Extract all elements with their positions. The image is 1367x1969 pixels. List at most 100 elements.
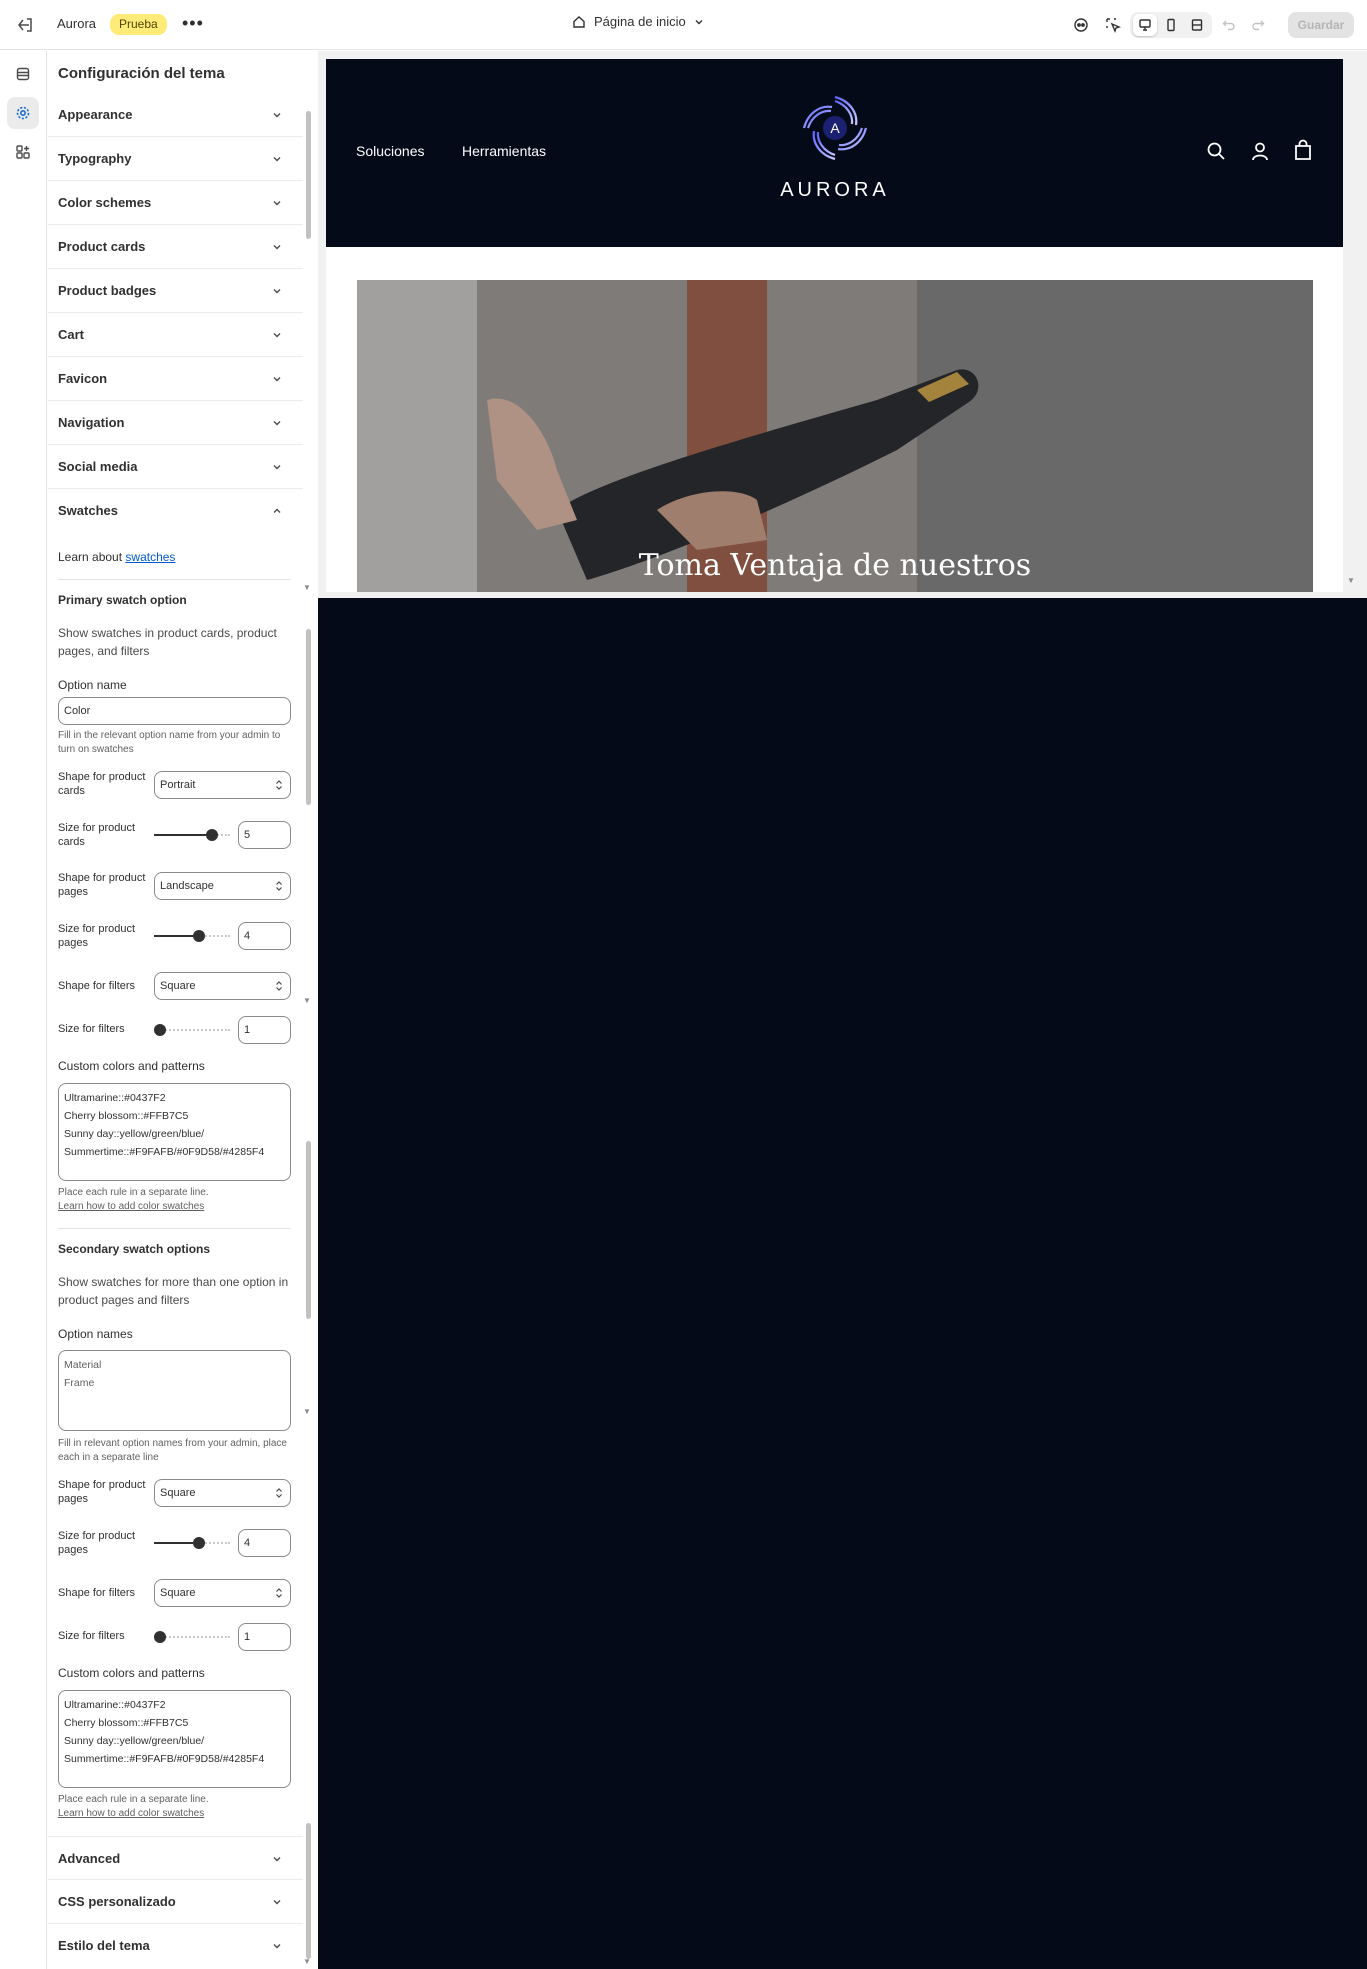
theme-settings-icon[interactable] <box>7 97 39 129</box>
shape-filters-select[interactable]: Square <box>154 972 291 1000</box>
scroll-down-arrow-icon[interactable]: ▼ <box>303 1407 311 1416</box>
apps-icon[interactable] <box>7 136 39 168</box>
shape-filters-value: Square <box>160 980 196 992</box>
preview-scroll-down-arrow-icon[interactable]: ▼ <box>1347 576 1355 585</box>
theme-settings-panel: Configuración del tema Appearance Typogr… <box>48 51 318 1969</box>
preview-frame: Soluciones Herramientas A AURORA Toma Ve… <box>326 59 1343 592</box>
section-label: Favicon <box>58 371 108 386</box>
select-arrows-icon <box>276 1488 282 1498</box>
secondary-size-filters-label: Size for filters <box>58 1630 125 1642</box>
scrollbar-thumb[interactable] <box>306 1141 311 1319</box>
nav-link-soluciones[interactable]: Soluciones <box>356 143 425 159</box>
shape-cards-label: Shape for product cards <box>58 771 146 797</box>
section-estilo-del-tema[interactable]: Estilo del tema <box>48 1924 303 1968</box>
mobile-view-icon[interactable] <box>1159 14 1183 36</box>
size-cards-slider[interactable] <box>154 829 230 841</box>
option-names-textarea[interactable]: Material Frame <box>58 1350 291 1431</box>
page-selector-label: Página de inicio <box>594 14 686 29</box>
store-name[interactable]: Aurora <box>57 16 96 31</box>
swatches-link[interactable]: swatches <box>125 550 175 564</box>
chevron-down-icon <box>273 245 281 250</box>
secondary-custom-colors-label: Custom colors and patterns <box>58 1666 205 1680</box>
fullscreen-view-icon[interactable] <box>1185 14 1209 36</box>
section-css-personalizado[interactable]: CSS personalizado <box>48 1880 303 1924</box>
scroll-down-arrow-icon[interactable]: ▼ <box>303 996 311 1005</box>
ai-assistant-icon[interactable] <box>1070 14 1092 36</box>
account-icon[interactable] <box>1250 141 1270 161</box>
secondary-size-pages-slider[interactable] <box>154 1537 230 1549</box>
save-button[interactable]: Guardar <box>1288 12 1354 38</box>
secondary-swatch-heading: Secondary swatch options <box>58 1242 211 1256</box>
slider-thumb[interactable] <box>193 930 205 942</box>
page-selector[interactable]: Página de inicio <box>572 14 704 29</box>
size-pages-slider[interactable] <box>154 930 230 942</box>
search-icon[interactable] <box>1206 141 1226 161</box>
cart-icon[interactable] <box>1293 139 1313 161</box>
undo-icon[interactable] <box>1218 14 1240 36</box>
size-cards-input[interactable]: 5 <box>238 821 291 849</box>
left-rail <box>0 51 47 1969</box>
shape-cards-select[interactable]: Portrait <box>154 771 291 799</box>
redo-icon[interactable] <box>1247 14 1269 36</box>
scrollbar-thumb[interactable] <box>306 1823 311 1959</box>
sections-icon[interactable] <box>7 58 39 90</box>
scroll-down-arrow-icon[interactable]: ▼ <box>303 583 311 592</box>
slider-thumb[interactable] <box>154 1631 166 1643</box>
section-advanced[interactable]: Advanced <box>48 1836 303 1880</box>
secondary-custom-colors-textarea[interactable]: Ultramarine::#0437F2 Cherry blossom::#FF… <box>58 1690 291 1788</box>
secondary-size-filters-slider[interactable] <box>154 1631 230 1643</box>
secondary-size-pages-label: Size for product pages <box>58 1530 136 1556</box>
section-typography[interactable]: Typography <box>48 137 303 181</box>
nav-link-herramientas[interactable]: Herramientas <box>462 143 546 159</box>
scrollbar-thumb[interactable] <box>306 629 311 805</box>
option-name-input[interactable]: Color <box>58 697 291 725</box>
aurora-logo[interactable]: A <box>798 91 872 165</box>
site-header: Soluciones Herramientas A AURORA <box>326 59 1343 247</box>
option-name-hint: Fill in the relevant option name from yo… <box>58 730 281 755</box>
chevron-down-icon <box>273 1900 281 1905</box>
slider-thumb[interactable] <box>193 1537 205 1549</box>
size-pages-input[interactable]: 4 <box>238 922 291 950</box>
exit-icon[interactable] <box>14 14 36 36</box>
chevron-down-icon <box>273 421 281 426</box>
section-product-cards[interactable]: Product cards <box>48 225 303 269</box>
chevron-down-icon <box>695 19 703 24</box>
option-name-label: Option name <box>58 678 127 692</box>
size-filters-slider[interactable] <box>154 1024 230 1036</box>
secondary-shape-filters-value: Square <box>160 1587 196 1599</box>
custom-colors-textarea[interactable]: Ultramarine::#0437F2 Cherry blossom::#FF… <box>58 1083 291 1181</box>
section-swatches[interactable]: Swatches <box>48 489 303 533</box>
section-cart[interactable]: Cart <box>48 313 303 357</box>
select-arrows-icon <box>276 780 282 790</box>
section-navigation[interactable]: Navigation <box>48 401 303 445</box>
section-product-badges[interactable]: Product badges <box>48 269 303 313</box>
desktop-view-icon[interactable] <box>1133 14 1157 36</box>
size-filters-label: Size for filters <box>58 1023 125 1035</box>
secondary-shape-pages-select[interactable]: Square <box>154 1479 291 1507</box>
secondary-size-filters-input[interactable]: 1 <box>238 1623 291 1651</box>
hero-image <box>357 280 1313 592</box>
secondary-size-pages-input[interactable]: 4 <box>238 1529 291 1557</box>
color-swatches-link[interactable]: Learn how to add color swatches <box>58 1200 293 1214</box>
slider-thumb[interactable] <box>154 1024 166 1036</box>
secondary-color-swatches-link[interactable]: Learn how to add color swatches <box>58 1807 293 1821</box>
secondary-shape-filters-select[interactable]: Square <box>154 1579 291 1607</box>
inspector-icon[interactable] <box>1102 14 1124 36</box>
slider-thumb[interactable] <box>206 829 218 841</box>
scrollbar-thumb[interactable] <box>306 111 311 239</box>
section-social-media[interactable]: Social media <box>48 445 303 489</box>
section-favicon[interactable]: Favicon <box>48 357 303 401</box>
section-label: Product cards <box>58 239 146 254</box>
section-appearance[interactable]: Appearance <box>48 93 303 137</box>
divider <box>58 1228 291 1229</box>
more-actions-button[interactable]: ••• <box>182 13 204 33</box>
home-icon <box>573 15 585 28</box>
section-label: Cart <box>58 327 85 342</box>
shape-pages-select[interactable]: Landscape <box>154 872 291 900</box>
option-names-hint: Fill in relevant option names from your … <box>58 1438 287 1463</box>
size-filters-input[interactable]: 1 <box>238 1016 291 1044</box>
section-color-schemes[interactable]: Color schemes <box>48 181 303 225</box>
section-label: Product badges <box>58 283 157 298</box>
primary-swatch-heading: Primary swatch option <box>58 593 187 607</box>
scroll-down-arrow-icon[interactable]: ▼ <box>303 1957 311 1966</box>
